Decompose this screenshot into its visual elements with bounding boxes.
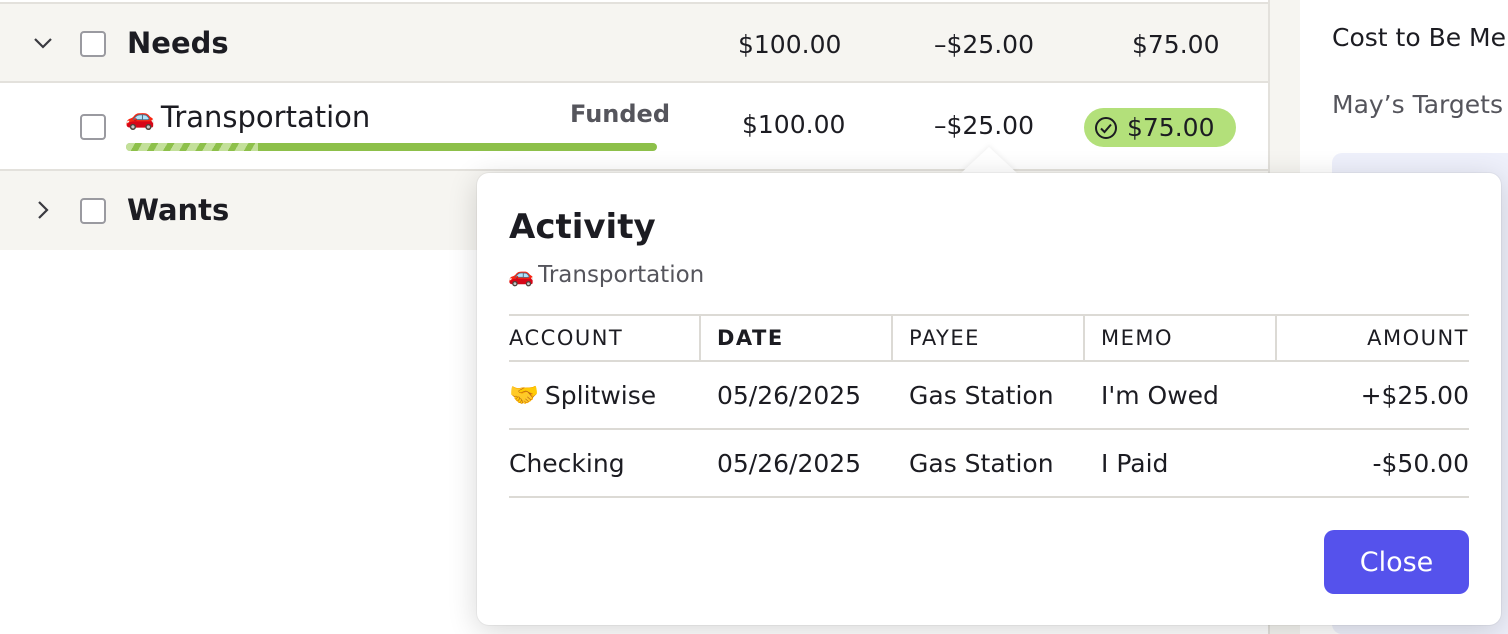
column-header-account[interactable]: ACCOUNT [509, 316, 699, 360]
inspector-heading: Cost to Be Me [1332, 23, 1506, 52]
group-checkbox-wants[interactable] [80, 198, 106, 224]
category-row-transportation[interactable]: 🚗 Transportation Funded $100.00 –$25.00 … [0, 83, 1268, 171]
row-amount: +$25.00 [1275, 362, 1469, 428]
category-assigned[interactable]: $100.00 [742, 110, 845, 139]
activity-popover: Activity 🚗 Transportation ACCOUNT DATE P… [477, 173, 1501, 625]
popover-title: Activity [509, 207, 656, 247]
group-name: Wants [127, 193, 230, 227]
group-activity[interactable]: –$25.00 [934, 30, 1034, 59]
row-payee: Gas Station [909, 448, 1054, 478]
row-amount: -$50.00 [1275, 430, 1469, 496]
row-account: Checking [509, 448, 625, 478]
row-date: 05/26/2025 [717, 380, 862, 410]
available-badge[interactable]: $75.00 [1084, 108, 1236, 147]
close-button[interactable]: Close [1324, 530, 1469, 594]
car-icon: 🚗 [508, 262, 535, 287]
activity-table: ACCOUNT DATE PAYEE MEMO AMOUNT 🤝 Splitwi… [509, 314, 1469, 498]
popover-category-name: Transportation [538, 262, 705, 288]
group-name: Needs [127, 26, 229, 60]
table-row[interactable]: 🤝 Splitwise 05/26/2025 Gas Station I'm O… [509, 362, 1469, 430]
table-header: ACCOUNT DATE PAYEE MEMO AMOUNT [509, 314, 1469, 362]
chevron-right-icon[interactable] [31, 198, 55, 222]
funding-progress-bar [126, 143, 657, 151]
row-account: 🤝 Splitwise [509, 362, 656, 428]
category-group-row-needs[interactable]: Needs $100.00 –$25.00 $75.00 [0, 2, 1268, 83]
category-activity[interactable]: –$25.00 [934, 111, 1034, 140]
column-header-amount[interactable]: AMOUNT [1275, 316, 1469, 360]
car-icon: 🚗 [125, 103, 155, 131]
chevron-down-icon[interactable] [31, 31, 55, 55]
popover-category: 🚗 Transportation [508, 262, 704, 288]
progress-striped-segment [126, 143, 258, 151]
available-amount: $75.00 [1127, 113, 1215, 142]
row-memo: I'm Owed [1101, 380, 1219, 410]
inspector-subheading: May’s Targets [1332, 90, 1503, 119]
column-header-date[interactable]: DATE [699, 316, 891, 360]
row-date: 05/26/2025 [717, 448, 862, 478]
category-label: Transportation [160, 100, 371, 134]
group-available[interactable]: $75.00 [1132, 30, 1219, 59]
check-circle-icon [1095, 116, 1117, 139]
category-name[interactable]: 🚗 Transportation [125, 100, 370, 134]
popover-arrow [960, 147, 1018, 174]
group-checkbox-needs[interactable] [80, 31, 106, 57]
table-row[interactable]: Checking 05/26/2025 Gas Station I Paid -… [509, 430, 1469, 498]
handshake-icon: 🤝 [509, 381, 539, 409]
column-header-memo[interactable]: MEMO [1083, 316, 1275, 360]
row-payee: Gas Station [909, 380, 1054, 410]
funded-status: Funded [570, 100, 671, 128]
row-memo: I Paid [1101, 448, 1169, 478]
account-name: Splitwise [544, 380, 657, 410]
category-checkbox[interactable] [80, 114, 106, 140]
column-header-payee[interactable]: PAYEE [891, 316, 1083, 360]
group-assigned[interactable]: $100.00 [738, 30, 841, 59]
